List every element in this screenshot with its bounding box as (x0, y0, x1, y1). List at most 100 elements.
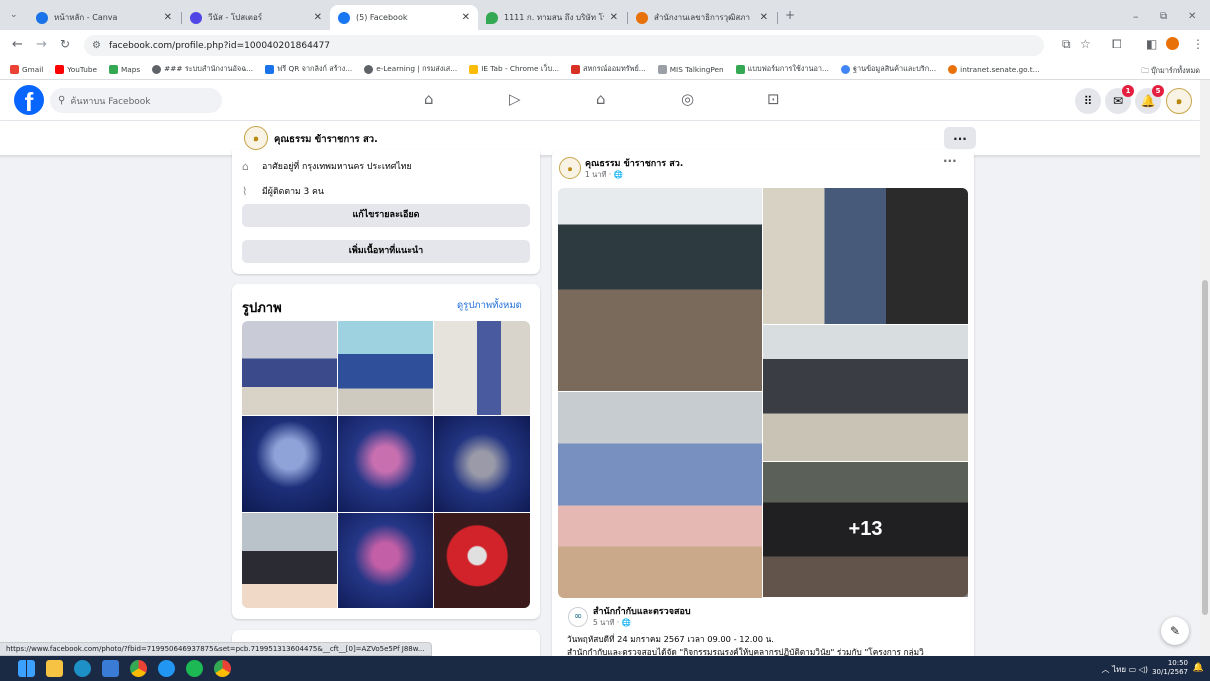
shared-page-logo-icon[interactable]: ∞ (568, 607, 588, 627)
close-tab-icon[interactable]: ✕ (164, 12, 172, 23)
minimize-button[interactable]: – (1133, 10, 1139, 23)
bookmarks-bar: Gmail YouTube Maps ### ระบบสำนักงานอัจฉ.… (0, 60, 1210, 80)
close-tab-icon[interactable]: ✕ (314, 12, 322, 23)
notification-center-icon[interactable]: 🔔 (1193, 663, 1204, 673)
line-chat-icon[interactable] (186, 660, 203, 677)
close-tab-icon[interactable]: ✕ (610, 12, 618, 23)
video-icon[interactable]: ▷ (509, 92, 521, 107)
site-info-icon[interactable]: ⚙ (92, 40, 101, 51)
see-all-photos-link[interactable]: ดูรูปภาพทั้งหมด (457, 298, 522, 313)
post-author-avatar[interactable]: ๑ (559, 157, 581, 179)
gaming-icon[interactable]: ⊡ (767, 92, 780, 107)
page-scrollbar[interactable] (1200, 80, 1210, 656)
browser-tab-senate[interactable]: สำนักงานเลขาธิการวุฒิสภา ✕ (628, 5, 776, 30)
browser-tab-facebook[interactable]: (5) Facebook ✕ (330, 5, 478, 30)
post-photo-attendees[interactable] (763, 188, 968, 324)
poster-favicon-icon (190, 11, 202, 24)
menu-grid-icon[interactable]: ⠿ (1075, 88, 1101, 114)
network-icon[interactable]: ▭ (1129, 665, 1139, 674)
close-tab-icon[interactable]: ✕ (462, 12, 470, 23)
post-timestamp[interactable]: 1 นาที · 🌐 (585, 169, 623, 181)
app-icon[interactable] (158, 660, 175, 677)
system-clock[interactable]: 10:50 30/1/2567 (1152, 659, 1188, 677)
groups-icon[interactable]: ◎ (681, 92, 694, 107)
edit-details-button[interactable]: แก้ไขรายละเอียด (242, 204, 530, 227)
bookmark-cooperative[interactable]: สหกรณ์ออมทรัพย์... (571, 64, 646, 75)
close-window-button[interactable]: ✕ (1188, 10, 1196, 23)
side-panel-icon[interactable]: ◧ (1146, 38, 1157, 50)
new-message-edit-icon[interactable]: ✎ (1161, 617, 1189, 645)
edge-browser-icon[interactable] (74, 660, 91, 677)
browser-tab-poster[interactable]: วีนัส - โปสเตอร์ ✕ (182, 5, 330, 30)
forward-arrow-icon[interactable]: → (36, 38, 47, 51)
photo-thumbnail[interactable] (338, 513, 433, 608)
photo-thumbnail[interactable] (338, 416, 433, 512)
browser-tab-canva[interactable]: หน้าหลัก - Canva ✕ (28, 5, 180, 30)
browser-tab-maps[interactable]: 1111 ก. ทามสน ถึง บริษัท โทสเต้ม ✕ (478, 5, 626, 30)
bookmark-database[interactable]: ฐานข้อมูลสินค้าและบริก... (840, 64, 936, 75)
photo-thumbnail[interactable] (434, 321, 530, 415)
photo-thumbnail[interactable] (434, 513, 530, 608)
photo-thumbnail[interactable] (242, 416, 337, 512)
profile-name[interactable]: คุณธรรม ข้าราชการ สว. (274, 132, 378, 147)
photo-thumbnail[interactable] (434, 416, 530, 512)
language-indicator[interactable]: ไทย (1112, 665, 1126, 674)
tab-search-chevron-icon[interactable]: ⌄ (10, 9, 18, 22)
home-icon[interactable]: ⌂ (424, 92, 434, 107)
photo-thumbnail[interactable] (338, 321, 433, 415)
facebook-logo-icon[interactable]: f (14, 85, 44, 115)
system-tray[interactable]: ︿ ไทย ▭ ◁) (1102, 663, 1148, 676)
install-app-icon[interactable]: ⧉ (1062, 38, 1071, 50)
bookmark-star-icon[interactable]: ☆ (1080, 38, 1091, 50)
post-more-button[interactable]: ··· (943, 154, 957, 168)
shared-page-name[interactable]: สำนักกำกับและตรวจสอบ (593, 604, 691, 618)
address-bar[interactable]: ⚙ facebook.com/profile.php?id=1000402018… (84, 35, 1044, 56)
post-author-name[interactable]: คุณธรรม ข้าราชการ สว. (585, 156, 683, 170)
bookmark-elearning[interactable]: e-Learning | กรมส่งเส... (364, 64, 457, 75)
extensions-puzzle-icon[interactable]: ⧠ (1112, 38, 1122, 50)
marketplace-icon[interactable]: ⌂ (596, 92, 606, 107)
restore-button[interactable]: ⧉ (1160, 10, 1167, 23)
bookmark-ietab[interactable]: IE Tab - Chrome เว็บ... (469, 64, 559, 75)
facebook-search-input[interactable]: ⚲ ค้นหาบน Facebook (50, 88, 222, 113)
bookmark-office-system[interactable]: ### ระบบสำนักงานอัจฉ... (152, 64, 253, 75)
chevron-up-icon[interactable]: ︿ (1102, 665, 1113, 674)
post-photo-meeting-table[interactable] (558, 392, 762, 598)
store-icon[interactable] (102, 660, 119, 677)
browser-menu-icon[interactable]: ⋮ (1192, 38, 1204, 50)
intro-followers[interactable]: ⌇ มีผู้ติดตาม 3 คน (242, 184, 324, 198)
close-tab-icon[interactable]: ✕ (760, 12, 768, 23)
rss-icon: ⌇ (242, 184, 248, 198)
more-photos-overlay[interactable]: +13 (763, 462, 968, 597)
bookmark-maps[interactable]: Maps (108, 65, 140, 74)
add-featured-button[interactable]: เพิ่มเนื้อหาที่แนะนำ (242, 240, 530, 263)
reload-icon[interactable]: ↻ (60, 38, 70, 51)
messenger-icon[interactable]: ✉ 1 (1105, 85, 1134, 114)
account-avatar[interactable]: ๑ (1166, 88, 1192, 114)
bookmark-mis[interactable]: MIS TalkingPen (657, 65, 724, 74)
windows-start-icon[interactable] (18, 660, 35, 677)
back-arrow-icon[interactable]: ← (12, 38, 23, 51)
file-explorer-icon[interactable] (46, 660, 63, 677)
volume-icon[interactable]: ◁) (1139, 665, 1148, 674)
photo-thumbnail[interactable] (242, 513, 337, 608)
notifications-bell-icon[interactable]: 🔔 5 (1135, 85, 1164, 114)
new-tab-button[interactable]: + (785, 9, 795, 22)
profile-avatar[interactable]: ๑ (244, 126, 268, 150)
bookmark-forms[interactable]: แบบฟอร์มการใช้งานอา... (735, 64, 829, 75)
bookmark-intranet[interactable]: intranet.senate.go.t... (948, 65, 1040, 74)
photos-title: รูปภาพ (242, 301, 282, 316)
all-bookmarks-folder[interactable]: 🗀 บุ๊กมาร์กทั้งหมด (1141, 65, 1200, 78)
bookmark-qr[interactable]: ฟรี QR จากลิงก์ สร้าง... (265, 64, 352, 75)
profile-avatar-icon[interactable] (1166, 37, 1179, 50)
photo-thumbnail[interactable] (242, 321, 337, 415)
scrollbar-thumb[interactable] (1202, 280, 1208, 615)
post-photo-meeting-room[interactable] (558, 188, 762, 391)
chrome-profile-icon[interactable] (214, 660, 231, 677)
shared-post-time[interactable]: 5 นาที · 🌐 (593, 617, 631, 629)
chrome-icon[interactable] (130, 660, 147, 677)
profile-more-button[interactable]: ... (944, 127, 976, 149)
post-photo-seated-row[interactable] (763, 325, 968, 461)
bookmark-youtube[interactable]: YouTube (55, 65, 97, 74)
bookmark-gmail[interactable]: Gmail (10, 65, 43, 74)
